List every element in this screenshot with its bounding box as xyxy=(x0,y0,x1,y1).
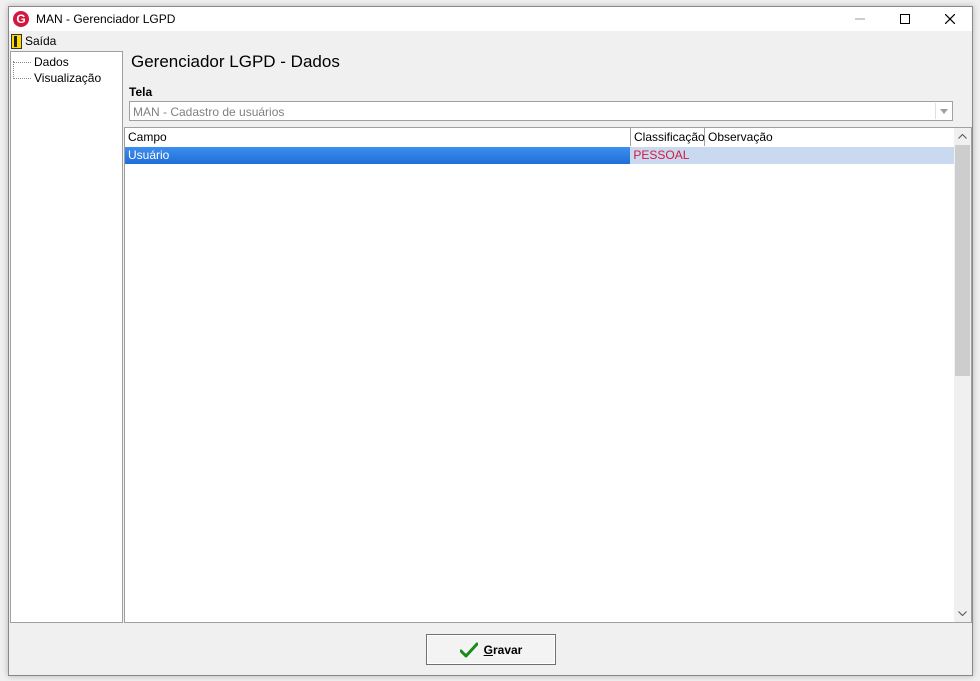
page-title: Gerenciador LGPD - Dados xyxy=(131,52,340,71)
menu-bar: Saída xyxy=(9,32,972,50)
save-button-mnemonic: G xyxy=(483,642,493,657)
tree-item-label: Dados xyxy=(34,55,69,69)
tree-branch-line xyxy=(13,61,31,63)
screen-select[interactable]: MAN - Cadastro de usuários xyxy=(129,101,953,121)
tree-branch-line xyxy=(13,77,31,79)
minimize-button[interactable] xyxy=(837,7,882,31)
close-button[interactable] xyxy=(927,7,972,31)
main-window: G MAN - Gerenciador LGPD Saída Dados Vis… xyxy=(8,6,973,676)
app-logo-icon: G xyxy=(13,11,29,27)
vertical-scrollbar[interactable] xyxy=(954,128,971,622)
scroll-down-button[interactable] xyxy=(954,605,971,622)
exit-menu-item[interactable]: Saída xyxy=(11,33,57,49)
chevron-down-icon xyxy=(958,611,967,616)
close-icon xyxy=(944,14,955,24)
save-button[interactable]: Gravar xyxy=(426,634,556,665)
dropdown-button[interactable] xyxy=(935,103,951,119)
chevron-down-icon xyxy=(939,108,948,114)
exit-door-icon xyxy=(11,33,22,49)
table-header: Campo Classificação Observação xyxy=(125,128,955,146)
window-controls xyxy=(837,7,972,31)
scroll-up-button[interactable] xyxy=(954,128,971,145)
column-header-observacao[interactable]: Observação xyxy=(705,128,955,146)
maximize-button[interactable] xyxy=(882,7,927,31)
window-title: MAN - Gerenciador LGPD xyxy=(36,12,176,26)
checkmark-icon xyxy=(459,642,478,657)
tree-item-visualizacao[interactable]: Visualização xyxy=(13,71,101,85)
maximize-icon xyxy=(899,14,910,24)
screen-label: Tela xyxy=(129,85,153,99)
cell-classificacao[interactable]: PESSOAL xyxy=(630,147,705,164)
fields-table: Campo Classificação Observação Usuário P… xyxy=(124,127,972,623)
navigation-tree: Dados Visualização xyxy=(10,51,123,623)
tree-item-label: Visualização xyxy=(34,71,102,85)
chevron-up-icon xyxy=(958,134,967,139)
cell-observacao[interactable] xyxy=(704,147,954,164)
cell-campo[interactable]: Usuário xyxy=(125,147,631,164)
column-header-classificacao[interactable]: Classificação xyxy=(631,128,705,146)
screen-select-value: MAN - Cadastro de usuários xyxy=(133,105,285,119)
table-row[interactable]: Usuário PESSOAL xyxy=(125,147,954,164)
tree-item-dados[interactable]: Dados xyxy=(13,55,69,69)
column-header-campo[interactable]: Campo xyxy=(125,128,631,146)
title-bar[interactable]: G MAN - Gerenciador LGPD xyxy=(9,7,972,31)
exit-menu-label: Saída xyxy=(25,34,57,48)
minimize-icon xyxy=(854,18,865,20)
save-button-label: ravar xyxy=(492,642,523,657)
scroll-thumb[interactable] xyxy=(955,145,970,376)
